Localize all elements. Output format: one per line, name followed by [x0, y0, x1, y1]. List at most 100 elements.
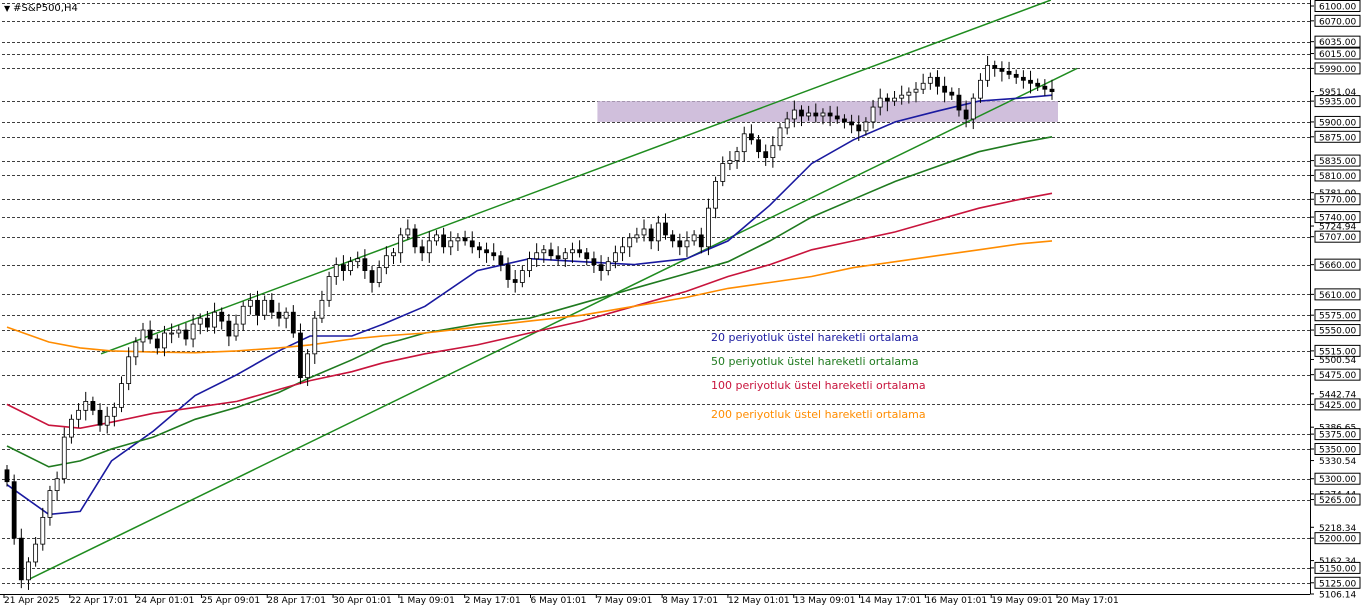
y-tick-label: 5610.00 — [1319, 291, 1356, 301]
candle-body — [856, 124, 862, 132]
candle-body — [54, 478, 60, 492]
candle-body — [190, 323, 196, 340]
candle-body — [1006, 70, 1012, 75]
candle-body — [634, 234, 640, 239]
candle-body — [963, 109, 969, 120]
candle-body — [612, 252, 618, 263]
chart-canvas: 6100.006070.006035.006015.005990.005951.… — [0, 0, 1362, 611]
candle-body — [383, 255, 389, 269]
candle-body — [183, 329, 189, 340]
y-tick-label: 5900.00 — [1319, 118, 1356, 128]
candle-body — [233, 323, 239, 337]
candle-body — [333, 264, 339, 277]
candle-body — [648, 228, 654, 242]
x-tick-label: 16 May 01:01 — [925, 596, 987, 606]
candle-body — [978, 79, 983, 99]
x-tick-label: 6 May 01:01 — [531, 596, 587, 606]
candle-body — [1049, 88, 1055, 93]
y-tick-label: 6035.00 — [1319, 38, 1356, 48]
y-tick-label: 5875.00 — [1319, 133, 1356, 143]
y-tick-label: 5265.00 — [1319, 496, 1356, 506]
candle-body — [11, 481, 17, 539]
x-tick-label: 8 May 17:01 — [662, 596, 718, 606]
candle-body — [877, 97, 883, 108]
candle-body — [476, 246, 482, 251]
candle-body — [4, 469, 10, 483]
candle-body — [784, 118, 790, 129]
candle-body — [462, 237, 468, 242]
candle-body — [842, 118, 847, 123]
candle-body — [90, 401, 96, 411]
candle-body — [61, 436, 67, 480]
candle-body — [548, 249, 554, 257]
candle-body — [763, 151, 769, 159]
y-tick-label: 5125.00 — [1319, 579, 1356, 589]
candle-body — [670, 234, 676, 242]
candle-body — [942, 85, 948, 93]
y-tick-label: 5106.14 — [1319, 591, 1356, 601]
y-tick-label: 6100.00 — [1319, 3, 1356, 13]
candle-body — [83, 401, 89, 411]
candle-body — [26, 561, 31, 581]
candle-body — [18, 537, 24, 581]
candle-body — [283, 311, 289, 319]
candle-body — [655, 222, 661, 242]
x-tick-label: 21 Apr 2025 — [4, 596, 60, 606]
candle-body — [376, 267, 382, 283]
candle-body — [276, 311, 282, 319]
candle-body — [1042, 85, 1048, 90]
candle-body — [469, 240, 475, 248]
candle-body — [834, 115, 840, 120]
candle-body — [240, 305, 246, 325]
candle-body — [269, 299, 275, 313]
candle-body — [591, 258, 597, 266]
y-tick-label: 5200.00 — [1319, 535, 1356, 545]
y-tick-label: 5150.00 — [1319, 564, 1356, 574]
candle-body — [491, 252, 497, 257]
candle-body — [298, 332, 303, 379]
candle-body — [720, 163, 726, 182]
candle-body — [906, 91, 912, 96]
candle-body — [1020, 76, 1026, 81]
candle-body — [527, 258, 532, 271]
x-tick-label: 28 Apr 17:01 — [267, 596, 326, 606]
candle-body — [562, 252, 568, 260]
candle-body — [999, 68, 1005, 72]
candle-body — [426, 240, 432, 254]
candle-body — [806, 112, 812, 117]
candle-body — [992, 65, 998, 69]
candle-body — [641, 228, 647, 236]
dropdown-arrow-icon[interactable]: ▼ — [4, 4, 10, 13]
candle-body — [820, 112, 826, 117]
candle-body — [405, 228, 411, 236]
candle-body — [341, 264, 346, 271]
candle-body — [913, 88, 919, 93]
candle-body — [584, 252, 590, 260]
candle-body — [713, 180, 718, 209]
x-tick-label: 30 Apr 01:01 — [333, 596, 392, 606]
x-tick-label: 20 May 17:01 — [1057, 596, 1119, 606]
candle-body — [570, 249, 575, 254]
candle-body — [956, 94, 962, 111]
candle-body — [970, 97, 976, 120]
candle-body — [69, 418, 74, 438]
candle-body — [870, 106, 876, 123]
y-tick-label: 5935.00 — [1319, 98, 1356, 108]
candle-body — [706, 207, 711, 248]
candle-body — [262, 299, 268, 316]
chart-title-bar: ▼ #S&P500,H4 — [4, 3, 78, 14]
chart-title: #S&P500,H4 — [13, 3, 78, 14]
legend-item: 50 periyotluk üstel hareketli ortalama — [711, 355, 919, 368]
candle-body — [1013, 73, 1019, 78]
candle-body — [140, 329, 146, 343]
candle-body — [212, 311, 217, 328]
x-tick-label: 22 Apr 17:01 — [70, 596, 129, 606]
legend-item: 100 periyotluk üstel hareketli ortalama — [711, 379, 926, 392]
candle-body — [899, 94, 905, 99]
y-tick-label: 5550.00 — [1319, 327, 1356, 337]
candle-body — [519, 270, 525, 283]
candle-body — [147, 329, 153, 340]
candle-body — [247, 299, 253, 307]
candle-body — [398, 234, 404, 254]
candle-body — [512, 279, 518, 283]
